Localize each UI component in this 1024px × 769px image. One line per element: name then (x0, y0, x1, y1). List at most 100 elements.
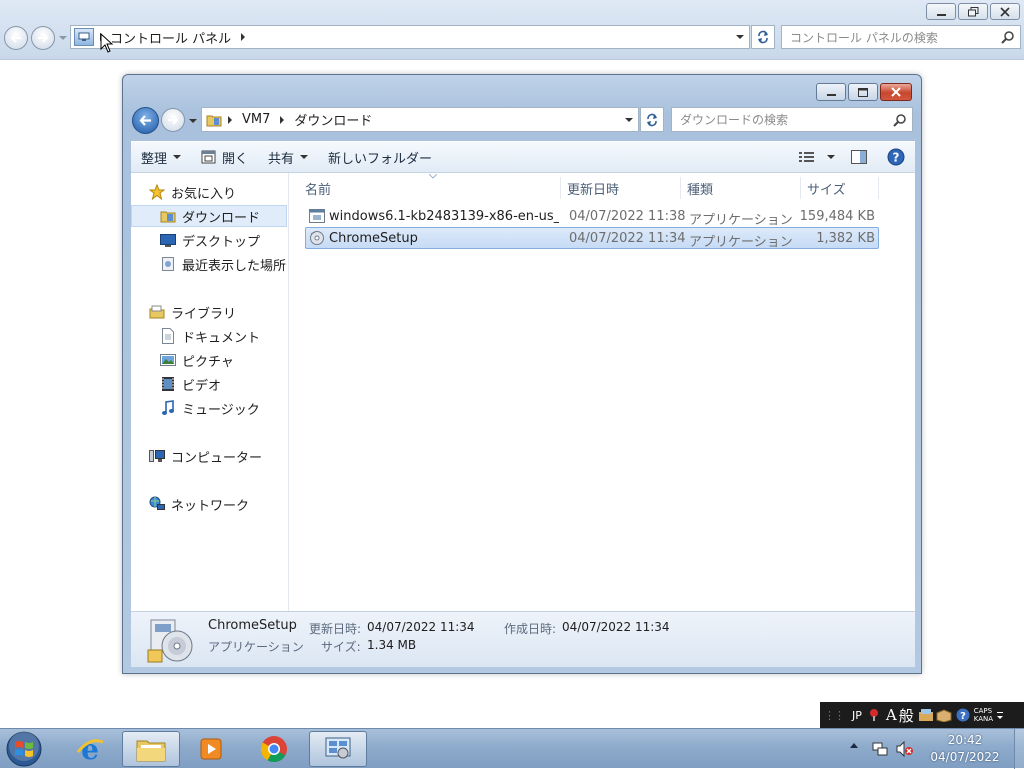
clock-time: 20:42 (947, 733, 983, 747)
ime-conversion-mode[interactable]: 般 (899, 705, 914, 726)
file-name: windows6.1-kb2483139-x86-en-us_7... (329, 209, 559, 224)
svg-text:?: ? (960, 711, 966, 722)
show-desktop-button[interactable] (1014, 729, 1024, 769)
search-box[interactable]: ダウンロードの検索 (671, 107, 913, 132)
nav-desktop[interactable]: デスクトップ (131, 229, 287, 251)
nav-documents[interactable]: ドキュメント (131, 325, 287, 347)
control-panel-window: コントロール パネル コントロール パネルの検索 (0, 0, 1024, 60)
ime-options-button[interactable] (997, 711, 1004, 719)
taskbar-explorer[interactable] (122, 731, 180, 767)
music-icon (160, 400, 176, 416)
recent-pages-dropdown[interactable] (59, 36, 67, 40)
clock[interactable]: 20:42 04/07/2022 (918, 732, 1012, 766)
new-folder-button[interactable]: 新しいフォルダー (318, 143, 442, 171)
breadcrumb-downloads[interactable]: ダウンロード (294, 110, 372, 129)
change-view-button[interactable] (793, 143, 841, 171)
nav-recent-places[interactable]: 最近表示した場所 (131, 253, 287, 275)
file-row-selected[interactable]: ChromeSetup 04/07/2022 11:34 アプリケーション 1,… (305, 227, 879, 250)
cp-close-button[interactable] (990, 3, 1020, 20)
drag-handle-icon[interactable]: ⋮⋮ (824, 709, 845, 722)
minimize-button[interactable] (816, 83, 846, 101)
address-dropdown-icon[interactable] (625, 117, 633, 122)
breadcrumb-separator-icon[interactable] (228, 115, 232, 124)
nav-music[interactable]: ミュージック (131, 397, 287, 419)
close-button[interactable] (880, 83, 912, 101)
share-button[interactable]: 共有 (258, 143, 318, 171)
back-button[interactable] (132, 107, 159, 134)
maximize-button[interactable] (848, 83, 878, 101)
cp-minimize-button[interactable] (926, 3, 956, 20)
details-size-value: 1.34 MB (367, 638, 417, 652)
nav-pictures[interactable]: ピクチャ (131, 349, 287, 371)
breadcrumb-vm7[interactable]: VM7 (242, 112, 270, 127)
open-label: 開く (222, 151, 249, 167)
cp-forward-button[interactable] (31, 26, 55, 50)
volume-muted-icon[interactable] (896, 741, 914, 757)
address-dropdown-icon[interactable] (736, 35, 744, 39)
caps-indicator: CAPS (973, 707, 993, 715)
nav-label: ビデオ (182, 378, 222, 394)
column-header-type[interactable]: 種類 (681, 177, 801, 199)
show-hidden-icons-button[interactable] (850, 743, 858, 748)
details-name: ChromeSetup (208, 618, 297, 633)
document-icon (160, 328, 176, 344)
taskbar-media-player[interactable] (184, 731, 240, 767)
file-row[interactable]: windows6.1-kb2483139-x86-en-us_7... 04/0… (305, 206, 879, 228)
column-header-name[interactable]: 名前 (299, 177, 561, 199)
cp-back-button[interactable] (4, 26, 28, 50)
address-bar[interactable]: VM7 ダウンロード (201, 107, 639, 132)
nav-network[interactable]: ネットワーク (131, 493, 287, 515)
preview-pane-button[interactable] (841, 143, 877, 171)
maximize-icon (858, 87, 868, 97)
file-size: 1,382 KB (816, 231, 875, 246)
organize-button[interactable]: 整理 (131, 143, 191, 171)
chevron-down-icon (827, 155, 835, 159)
ime-language[interactable]: JP (852, 709, 862, 722)
file-list: 名前 更新日時 種類 サイズ windows6.1-kb2483139-x86-… (291, 173, 915, 611)
taskbar-chrome[interactable] (246, 731, 302, 767)
column-label: 名前 (305, 182, 332, 198)
open-icon (201, 150, 216, 164)
breadcrumb-chevron-icon[interactable] (241, 33, 246, 41)
refresh-button[interactable] (640, 107, 664, 132)
nav-computer[interactable]: コンピューター (131, 445, 287, 467)
taskbar-internet-explorer[interactable]: e (62, 731, 118, 767)
cp-address-bar[interactable]: コントロール パネル (70, 25, 750, 49)
network-tray-icon[interactable] (872, 741, 888, 757)
ime-help-icon[interactable]: ? (956, 708, 970, 722)
ime-input-mode-icon[interactable]: A (886, 706, 897, 724)
control-panel-icon (74, 28, 94, 46)
control-panel-icon (325, 737, 351, 759)
breadcrumb-separator-icon[interactable] (280, 115, 285, 124)
ime-pad-icon[interactable] (936, 708, 952, 722)
nav-label: ダウンロード (182, 210, 261, 226)
recent-locations-dropdown[interactable] (189, 119, 197, 123)
file-type: アプリケーション (689, 235, 793, 250)
nav-downloads[interactable]: ダウンロード (131, 205, 287, 227)
chevron-down-icon (173, 155, 182, 159)
nav-videos[interactable]: ビデオ (131, 373, 287, 395)
column-header-modified[interactable]: 更新日時 (561, 177, 681, 199)
help-button[interactable]: ? (877, 143, 915, 171)
cp-restore-button[interactable] (958, 3, 988, 20)
column-header-size[interactable]: サイズ (801, 177, 879, 199)
downloads-folder-icon (160, 208, 176, 224)
taskbar-control-panel[interactable] (309, 731, 367, 767)
ime-status-icon[interactable] (868, 708, 880, 722)
nav-libraries[interactable]: ライブラリ (131, 301, 287, 323)
setup-large-icon (147, 618, 195, 664)
column-label: 更新日時 (567, 182, 620, 198)
cp-search-placeholder: コントロール パネルの検索 (790, 30, 938, 45)
nav-favorites[interactable]: お気に入り (131, 181, 287, 203)
start-button[interactable] (4, 730, 44, 768)
open-button[interactable]: 開く (191, 143, 258, 171)
ime-key-status: CAPS KANA (974, 707, 993, 723)
cp-search-box[interactable]: コントロール パネルの検索 (781, 25, 1021, 49)
search-icon (893, 113, 906, 127)
library-icon (149, 304, 165, 320)
star-icon (149, 184, 165, 200)
ime-tool-icon[interactable] (918, 708, 934, 722)
cp-refresh-button[interactable] (751, 25, 775, 49)
close-icon (891, 87, 901, 97)
forward-button[interactable] (161, 108, 185, 132)
